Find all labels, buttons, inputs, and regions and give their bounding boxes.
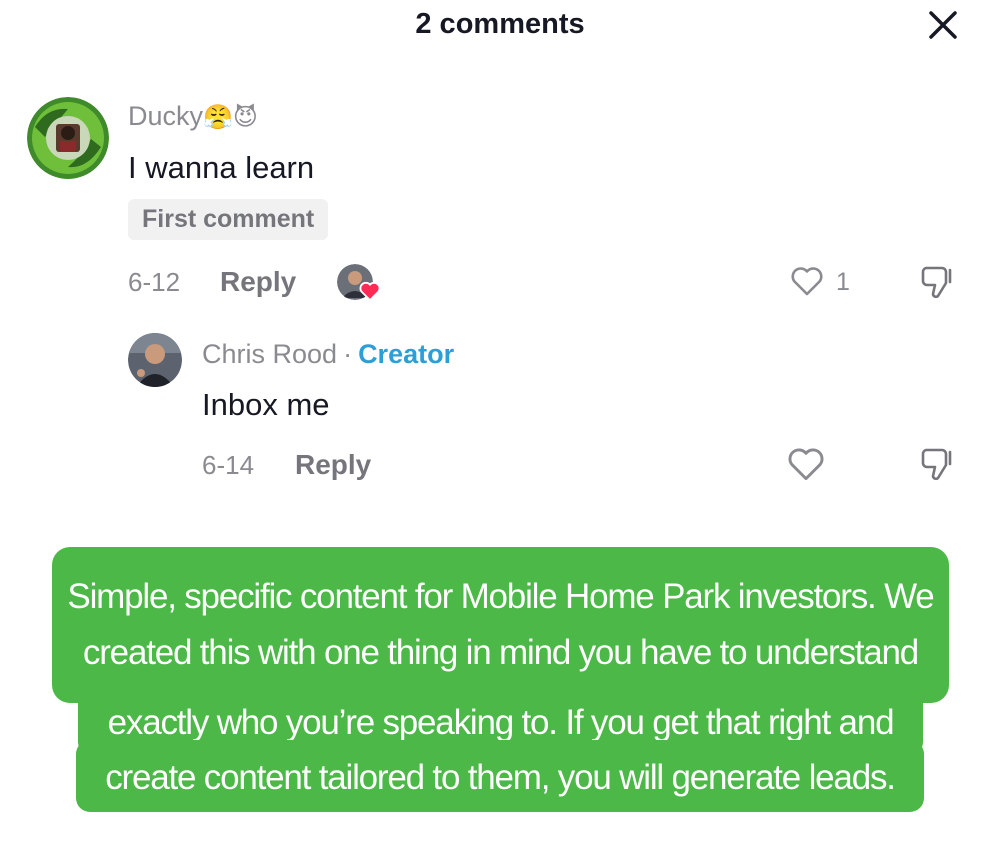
username-emojis: 😤😈 — [203, 104, 258, 131]
comment-date: 6-12 — [128, 267, 181, 297]
comment-text: I wanna learn — [128, 150, 315, 185]
caption-box: create content tailored to them, you wil… — [76, 740, 924, 812]
reply-username[interactable]: Chris Rood · Creator — [202, 339, 454, 370]
avatar[interactable] — [128, 333, 182, 387]
creator-tag: Creator — [358, 339, 455, 369]
like-count: 1 — [836, 268, 850, 296]
caption-box: Simple, specific content for Mobile Home… — [52, 547, 949, 703]
reply-button[interactable]: Reply — [220, 266, 296, 298]
separator-dot: · — [343, 339, 353, 369]
reply-date: 6-14 — [202, 450, 255, 480]
reply-button[interactable]: Reply — [295, 449, 371, 481]
caption-line: created this with one thing in mind you … — [82, 633, 919, 672]
page-title: 2 comments — [415, 8, 585, 40]
heart-badge-icon — [359, 281, 381, 301]
dislike-icon[interactable] — [918, 445, 962, 483]
caption-line: Simple, specific content for Mobile Home… — [67, 577, 934, 616]
caption-line: create content tailored to them, you wil… — [105, 758, 896, 797]
like-heart-icon[interactable] — [786, 446, 826, 482]
dislike-icon[interactable] — [918, 263, 962, 301]
like-heart-icon[interactable] — [790, 265, 824, 297]
avatar[interactable] — [27, 97, 109, 179]
close-icon — [929, 11, 957, 39]
reply-text: Inbox me — [202, 387, 330, 422]
first-comment-badge: First comment — [128, 199, 329, 240]
close-button[interactable] — [926, 8, 960, 42]
comment-username[interactable]: Ducky😤😈 — [128, 101, 258, 132]
